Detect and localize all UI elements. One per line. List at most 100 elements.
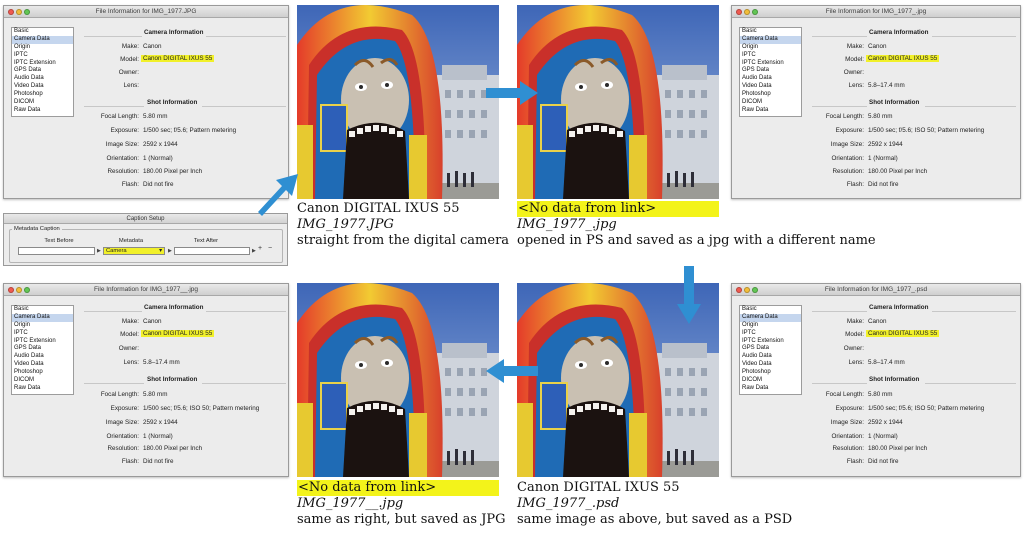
- image-size-value[interactable]: 2592 x 1944: [143, 419, 178, 426]
- category-item[interactable]: Basic: [740, 28, 801, 36]
- orientation-value[interactable]: 1 (Normal): [143, 433, 173, 440]
- zoom-button[interactable]: [24, 287, 30, 293]
- divider: [84, 106, 144, 107]
- image-size-value[interactable]: 2592 x 1944: [143, 141, 178, 148]
- category-item[interactable]: DICOM: [740, 99, 801, 107]
- owner-label: Owner:: [843, 345, 864, 352]
- arrow-up-right-icon: [258, 174, 298, 216]
- close-button[interactable]: [8, 9, 14, 15]
- add-row-button[interactable]: +: [258, 245, 262, 252]
- exposure-value[interactable]: 1/500 sec; f/5.6; ISO 50; Pattern meteri…: [868, 127, 984, 134]
- close-button[interactable]: [736, 287, 742, 293]
- divider: [202, 106, 286, 107]
- flash-label: Flash:: [121, 458, 139, 465]
- divider: [812, 36, 867, 37]
- category-item[interactable]: Basic: [740, 306, 801, 314]
- focal-length-label: Focal Length:: [100, 113, 139, 120]
- lens-label: Lens:: [123, 82, 139, 89]
- resolution-value[interactable]: 180.00 Pixel per Inch: [868, 445, 927, 452]
- owner-label: Owner:: [118, 345, 139, 352]
- model-value[interactable]: Canon DIGITAL IXUS 55: [141, 55, 215, 62]
- flash-value[interactable]: Did not fire: [143, 458, 173, 465]
- image-size-label: Image Size:: [830, 419, 864, 426]
- minimize-button[interactable]: [16, 9, 22, 15]
- divider: [84, 311, 142, 312]
- photo-original-jpg: [297, 5, 499, 199]
- model-value[interactable]: Canon DIGITAL IXUS 55: [866, 330, 940, 337]
- category-item[interactable]: Photoshop: [12, 369, 73, 377]
- camera-info-heading: Camera Information: [144, 29, 204, 36]
- make-value[interactable]: Canon: [143, 318, 162, 325]
- exposure-label: Exposure:: [835, 405, 864, 412]
- image-size-value[interactable]: 2592 x 1944: [868, 419, 903, 426]
- focal-length-value[interactable]: 5.80 mm: [143, 113, 168, 120]
- zoom-button[interactable]: [752, 9, 758, 15]
- minimize-button[interactable]: [744, 9, 750, 15]
- category-item[interactable]: DICOM: [740, 377, 801, 385]
- orientation-value[interactable]: 1 (Normal): [868, 433, 898, 440]
- file-info-dialog-3: File Information for IMG_1977__.jpg Basi…: [3, 283, 289, 477]
- category-item[interactable]: Basic: [12, 306, 73, 314]
- dialog-title: File Information for IMG_1977_.jpg: [825, 8, 927, 15]
- lens-value[interactable]: 5.8–17.4 mm: [868, 359, 905, 366]
- exposure-value[interactable]: 1/500 sec; f/5.6; ISO 50; Pattern meteri…: [868, 405, 984, 412]
- make-value[interactable]: Canon: [868, 318, 887, 325]
- file-info-dialog-1: File Information for IMG_1977.JPG Basic …: [3, 5, 289, 199]
- text-after-input[interactable]: [174, 247, 250, 255]
- focal-length-label: Focal Length:: [100, 391, 139, 398]
- shot-info-heading: Shot Information: [869, 99, 920, 106]
- focal-length-value[interactable]: 5.80 mm: [143, 391, 168, 398]
- orientation-label: Orientation:: [106, 433, 139, 440]
- lens-value[interactable]: 5.8–17.4 mm: [868, 82, 905, 89]
- chevron-down-icon: ▾: [159, 248, 162, 254]
- caption-setup-title: Caption Setup: [4, 214, 287, 224]
- divider: [932, 311, 1016, 312]
- minimize-button[interactable]: [744, 287, 750, 293]
- make-value[interactable]: Canon: [868, 43, 887, 50]
- metadata-select[interactable]: Camera ▾: [103, 247, 165, 255]
- orientation-value[interactable]: 1 (Normal): [143, 155, 173, 162]
- zoom-button[interactable]: [752, 287, 758, 293]
- category-item[interactable]: Photoshop: [740, 369, 801, 377]
- remove-row-button[interactable]: −: [268, 245, 272, 252]
- make-value[interactable]: Canon: [143, 43, 162, 50]
- caret-right-icon: ▶: [168, 248, 172, 254]
- caption-description: opened in PS and saved as a jpg with a d…: [517, 233, 876, 248]
- category-item[interactable]: Photoshop: [740, 91, 801, 99]
- model-value[interactable]: Canon DIGITAL IXUS 55: [866, 55, 940, 62]
- flash-value[interactable]: Did not fire: [868, 181, 898, 188]
- resolution-value[interactable]: 180.00 Pixel per Inch: [868, 168, 927, 175]
- flash-value[interactable]: Did not fire: [868, 458, 898, 465]
- metadata-caption-legend: Metadata Caption: [12, 226, 62, 232]
- dialog-title: File Information for IMG_1977__.jpg: [93, 286, 199, 293]
- photo-from-psd-jpg: [297, 283, 499, 477]
- category-item[interactable]: DICOM: [12, 99, 73, 107]
- model-value[interactable]: Canon DIGITAL IXUS 55: [141, 330, 215, 337]
- category-item[interactable]: Basic: [12, 28, 73, 36]
- minimize-button[interactable]: [16, 287, 22, 293]
- category-item[interactable]: Photoshop: [12, 91, 73, 99]
- divider: [206, 36, 286, 37]
- metadata-select-value: Camera: [106, 248, 127, 254]
- category-item[interactable]: DICOM: [12, 377, 73, 385]
- exposure-value[interactable]: 1/500 sec; f/5.6; ISO 50; Pattern meteri…: [143, 405, 259, 412]
- close-button[interactable]: [8, 287, 14, 293]
- resolution-value[interactable]: 180.00 Pixel per Inch: [143, 168, 202, 175]
- camera-info-heading: Camera Information: [144, 304, 204, 311]
- image-size-value[interactable]: 2592 x 1944: [868, 141, 903, 148]
- text-before-input[interactable]: [18, 247, 95, 255]
- zoom-button[interactable]: [24, 9, 30, 15]
- close-button[interactable]: [736, 9, 742, 15]
- focal-length-value[interactable]: 5.80 mm: [868, 391, 893, 398]
- make-label: Make:: [121, 318, 139, 325]
- exposure-label: Exposure:: [110, 127, 139, 134]
- lens-value[interactable]: 5.8–17.4 mm: [143, 359, 180, 366]
- exposure-label: Exposure:: [110, 405, 139, 412]
- divider: [84, 36, 142, 37]
- focal-length-value[interactable]: 5.80 mm: [868, 113, 893, 120]
- flash-value[interactable]: Did not fire: [143, 181, 173, 188]
- exposure-value[interactable]: 1/500 sec; f/5.6; Pattern metering: [143, 127, 236, 134]
- orientation-value[interactable]: 1 (Normal): [868, 155, 898, 162]
- resolution-value[interactable]: 180.00 Pixel per Inch: [143, 445, 202, 452]
- dialog-titlebar: File Information for IMG_1977_.jpg: [732, 6, 1020, 18]
